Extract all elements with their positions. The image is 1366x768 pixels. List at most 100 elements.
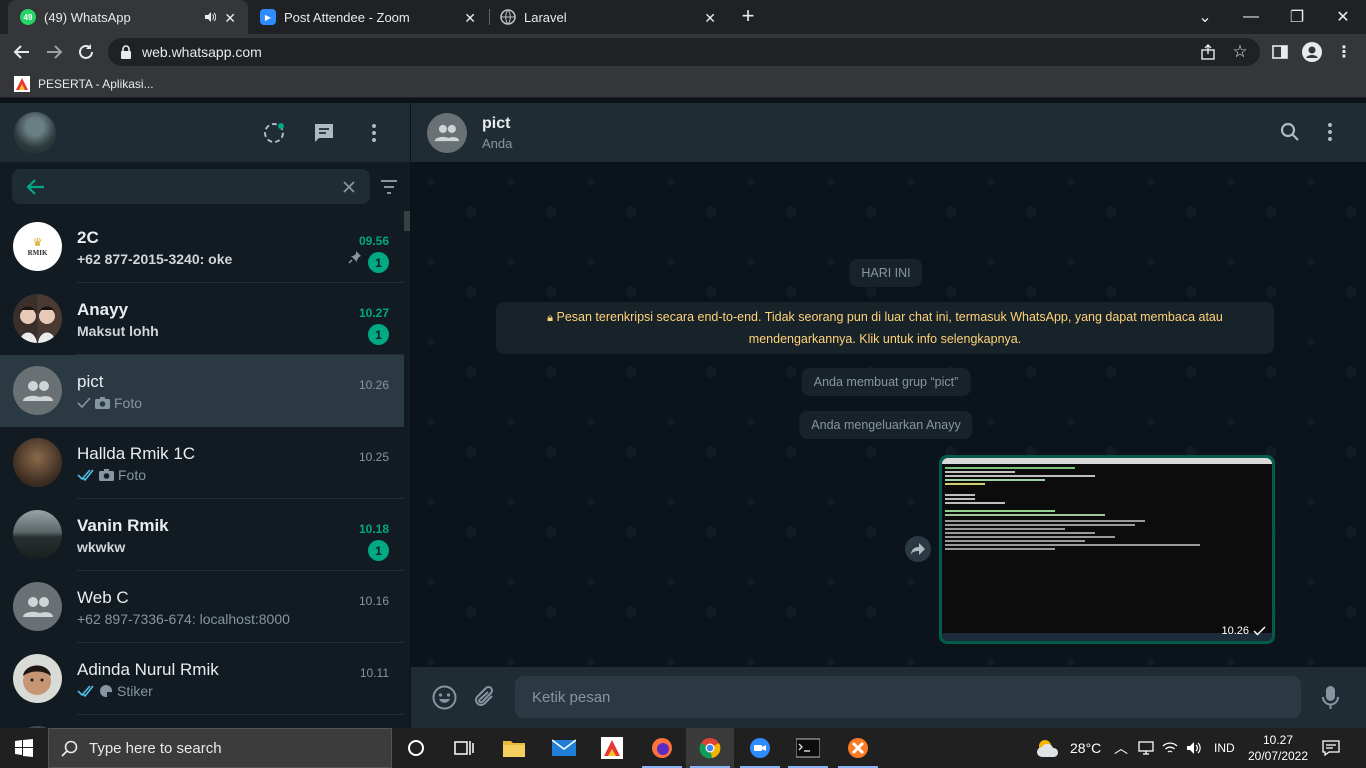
- forward-icon[interactable]: [44, 42, 64, 62]
- chat-name: Anayy: [77, 300, 129, 319]
- profile-icon[interactable]: [1302, 42, 1322, 62]
- reload-icon[interactable]: [76, 42, 96, 62]
- clock-time: 10.27: [1262, 733, 1294, 747]
- emoji-icon[interactable]: [432, 685, 457, 710]
- weather-widget[interactable]: 28°C: [1036, 728, 1101, 768]
- search-input[interactable]: [12, 169, 370, 204]
- clear-search-icon[interactable]: [343, 181, 355, 193]
- tab-title: (49) WhatsApp: [44, 9, 131, 25]
- conversation-header[interactable]: pict Anda: [411, 103, 1366, 162]
- chat-time: 10.26: [358, 378, 389, 392]
- address-bar[interactable]: web.whatsapp.com: [108, 38, 1260, 66]
- lock-icon[interactable]: [120, 45, 132, 59]
- double-tick-read-icon: [77, 685, 94, 697]
- chat-item-anayy[interactable]: Anayy Maksut lohh 10.27 1: [0, 283, 404, 355]
- menu-icon[interactable]: [362, 121, 386, 145]
- restore-button[interactable]: ❐: [1274, 0, 1320, 34]
- chat-time: 10.18: [358, 522, 389, 536]
- microphone-icon[interactable]: [1322, 685, 1339, 710]
- chrome-icon[interactable]: [686, 728, 734, 768]
- volume-icon[interactable]: [1186, 728, 1202, 768]
- network-icon[interactable]: [1138, 728, 1154, 768]
- speaker-icon[interactable]: [204, 11, 216, 23]
- scrollbar-thumb[interactable]: [404, 211, 410, 231]
- chat-item-pict[interactable]: pict Foto 10.26: [0, 355, 404, 427]
- taskbar-search-input[interactable]: Type here to search: [48, 728, 392, 768]
- mail-icon[interactable]: [540, 728, 588, 768]
- chat-item-adinda[interactable]: Adinda Nurul Rmik Stiker 10.11: [0, 643, 404, 715]
- zoom-icon[interactable]: [736, 728, 784, 768]
- bookmarks-bar: PESERTA - Aplikasi...: [0, 70, 1366, 98]
- chat-preview: Stiker: [117, 683, 153, 699]
- chat-preview: Foto: [114, 395, 143, 411]
- avatar: [13, 510, 62, 559]
- chat-list-scrollbar[interactable]: [404, 211, 410, 728]
- encryption-notice[interactable]: 🔒︎ Pesan terenkripsi secara end-to-end. …: [496, 302, 1274, 354]
- group-icon: [22, 596, 53, 617]
- windows-taskbar: Type here to search 28°C ︿ IND 10.27 20/…: [0, 728, 1366, 768]
- chat-item-2c[interactable]: ♛ RMIK 2C +62 877-2015-3240: oke 09.56 1: [0, 211, 404, 283]
- my-avatar[interactable]: [14, 112, 56, 154]
- tab-zoom[interactable]: ▶ Post Attendee - Zoom ✕: [248, 0, 488, 34]
- minimize-button[interactable]: —: [1228, 0, 1274, 34]
- chat-name: pict: [77, 372, 104, 391]
- xampp-icon[interactable]: [834, 728, 882, 768]
- chat-item-vanin[interactable]: Vanin Rmik wkwkw 10.18 1: [0, 499, 404, 571]
- share-icon[interactable]: [1198, 42, 1218, 62]
- search-row: [0, 162, 410, 211]
- language-indicator[interactable]: IND: [1214, 728, 1235, 768]
- filter-icon[interactable]: [380, 179, 398, 195]
- tray-chevron-icon[interactable]: ︿: [1114, 728, 1128, 768]
- chat-preview: Maksut lohh: [77, 323, 159, 339]
- clock[interactable]: 10.27 20/07/2022: [1248, 728, 1308, 768]
- chat-preview: Foto: [118, 467, 147, 483]
- notification-center-icon[interactable]: [1322, 728, 1340, 768]
- terminal-icon[interactable]: [784, 728, 832, 768]
- file-explorer-icon[interactable]: [490, 728, 538, 768]
- globe-icon: [500, 9, 516, 25]
- weather-temperature: 28°C: [1070, 740, 1102, 756]
- back-arrow-icon[interactable]: [26, 177, 46, 197]
- cortana-icon[interactable]: [392, 728, 440, 768]
- tab-whatsapp[interactable]: 49 (49) WhatsApp ✕: [8, 0, 248, 34]
- close-tab-icon[interactable]: ✕: [224, 10, 236, 27]
- firefox-icon[interactable]: [638, 728, 686, 768]
- side-panel-icon[interactable]: [1270, 42, 1290, 62]
- chat-name: Web C: [77, 588, 129, 607]
- camera-icon: [95, 397, 110, 409]
- status-icon[interactable]: [262, 121, 286, 145]
- back-icon[interactable]: [12, 42, 32, 62]
- message-input[interactable]: Ketik pesan: [515, 676, 1301, 718]
- windows-start-icon[interactable]: [0, 728, 48, 768]
- chat-item-web-c[interactable]: Web C +62 897-7336-674: localhost:8000 1…: [0, 571, 404, 643]
- forward-icon[interactable]: [905, 536, 931, 562]
- close-window-button[interactable]: ✕: [1320, 0, 1366, 34]
- task-view-icon[interactable]: [440, 728, 488, 768]
- group-icon: [434, 124, 460, 142]
- terminal-screenshot-image[interactable]: 10.26: [942, 458, 1272, 641]
- new-tab-button[interactable]: +: [736, 5, 760, 29]
- close-tab-icon[interactable]: ✕: [464, 10, 476, 27]
- attach-icon[interactable]: [474, 685, 496, 709]
- close-tab-icon[interactable]: ✕: [704, 10, 716, 27]
- wifi-tray-icon[interactable]: [1162, 728, 1178, 768]
- group-avatar[interactable]: [427, 113, 467, 153]
- peserta-app-icon[interactable]: [588, 728, 636, 768]
- tab-search-icon[interactable]: ⌄: [1182, 0, 1228, 34]
- tab-laravel[interactable]: Laravel ✕: [488, 0, 728, 34]
- image-message[interactable]: 10.26: [939, 455, 1275, 644]
- chat-item-partial[interactable]: [0, 715, 404, 728]
- chat-item-hallda[interactable]: Hallda Rmik 1C Foto 10.25: [0, 427, 404, 499]
- bookmark-star-icon[interactable]: ☆: [1230, 42, 1250, 62]
- new-chat-icon[interactable]: [312, 121, 336, 145]
- weather-cloud-sun-icon: [1037, 740, 1059, 757]
- group-icon: [22, 380, 53, 401]
- menu-icon[interactable]: [1320, 122, 1340, 142]
- group-avatar: [13, 366, 62, 415]
- chrome-menu-icon[interactable]: ⋮: [1334, 42, 1354, 62]
- bookmark-peserta[interactable]: PESERTA - Aplikasi...: [14, 75, 154, 92]
- chat-preview-row: Stiker: [77, 683, 153, 699]
- search-icon[interactable]: [1280, 122, 1300, 142]
- group-avatar: [13, 582, 62, 631]
- system-message: Anda membuat grup “pict”: [801, 368, 971, 396]
